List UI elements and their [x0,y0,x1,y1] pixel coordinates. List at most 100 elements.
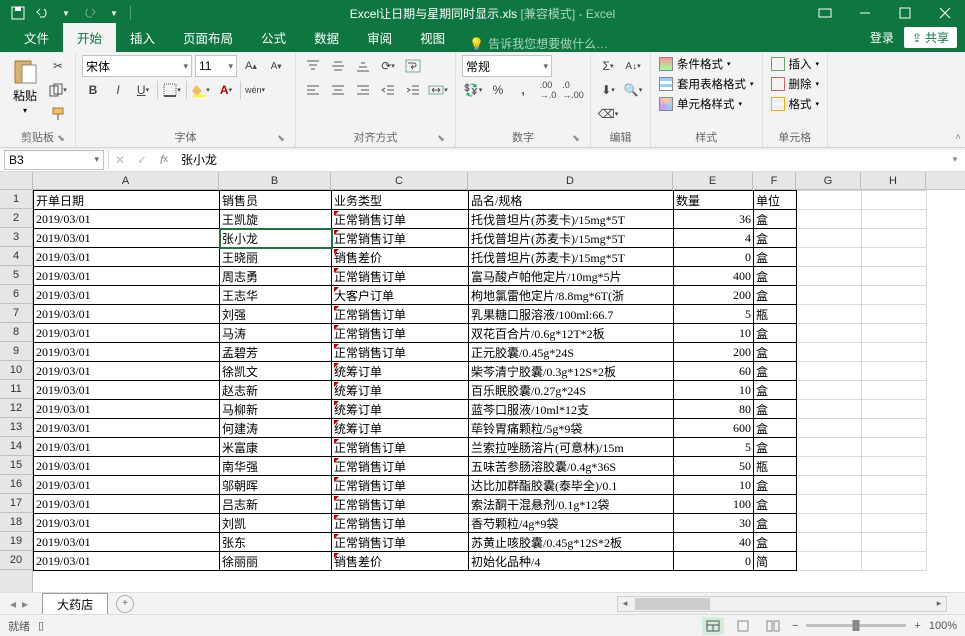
fill-color-button[interactable]: ▾ [190,79,212,101]
autosum-button[interactable]: Σ▾ [597,55,619,77]
row-header[interactable]: 14 [0,437,32,456]
percent-button[interactable]: % [487,79,509,101]
cell[interactable]: 张东 [220,533,332,552]
cell[interactable] [862,343,927,362]
cell[interactable] [862,400,927,419]
cell[interactable]: 盒 [754,533,797,552]
expand-formula-bar-icon[interactable]: ▾ [945,154,965,165]
cell[interactable]: 苏黄止咳胶囊/0.45g*12S*2板 [469,533,674,552]
cell[interactable] [797,248,862,267]
cell[interactable] [862,552,927,571]
cell[interactable] [797,514,862,533]
tab-view[interactable]: 视图 [406,23,459,52]
font-color-button[interactable]: A▾ [215,79,237,101]
cell[interactable]: 吕志新 [220,495,332,514]
cell[interactable]: 简 [754,552,797,571]
cell[interactable]: 王志华 [220,286,332,305]
tab-file[interactable]: 文件 [10,23,63,52]
share-button[interactable]: ⇪共享 [904,27,957,48]
cell[interactable]: 五味苦参肠溶胶囊/0.4g*36S [469,457,674,476]
cell[interactable]: 孟碧芳 [220,343,332,362]
cell[interactable]: 统筹订单 [332,381,469,400]
cell[interactable] [862,229,927,248]
cell[interactable]: 双花百合片/0.6g*12T*2板 [469,324,674,343]
cell[interactable]: 正常销售订单 [332,438,469,457]
cell[interactable] [797,229,862,248]
tell-me-search[interactable]: 💡 告诉我您想要做什么… [459,35,618,52]
cell[interactable] [797,381,862,400]
cell[interactable] [797,533,862,552]
enter-icon[interactable]: ✓ [131,150,153,170]
cell[interactable]: 盒 [754,248,797,267]
cell[interactable] [862,305,927,324]
cell[interactable]: 200 [674,286,754,305]
table-format-button[interactable]: 套用表格格式▾ [657,75,756,93]
clipboard-launcher[interactable]: ⬊ [55,133,67,145]
cell[interactable]: 周志勇 [220,267,332,286]
bold-button[interactable]: B [82,79,104,101]
cell[interactable] [797,362,862,381]
cell[interactable]: 2019/03/01 [34,267,220,286]
cell[interactable] [862,457,927,476]
row-header[interactable]: 4 [0,247,32,266]
cell[interactable]: 赵志新 [220,381,332,400]
cell[interactable]: 销售员 [220,191,332,210]
cut-button[interactable]: ✂ [47,55,69,77]
cell[interactable]: 柴芩清宁胶囊/0.3g*12S*2板 [469,362,674,381]
cell[interactable]: 正常销售订单 [332,476,469,495]
increase-decimal-button[interactable]: .00→.0 [537,79,559,101]
format-painter-button[interactable] [47,103,69,125]
cell[interactable] [862,324,927,343]
cell[interactable]: 统筹订单 [332,362,469,381]
cell[interactable] [797,210,862,229]
cell[interactable]: 5 [674,305,754,324]
cell[interactable]: 初始化品种/4 [469,552,674,571]
cell[interactable]: 正常销售订单 [332,533,469,552]
cell[interactable]: 销售差价 [332,552,469,571]
increase-font-button[interactable]: A▴ [240,55,262,77]
cell[interactable]: 香芍颗粒/4g*9袋 [469,514,674,533]
column-header[interactable]: F [753,172,796,189]
minimize-button[interactable] [845,0,885,26]
row-header[interactable]: 6 [0,285,32,304]
sheet-nav-next-icon[interactable]: ▸ [22,597,28,611]
cell[interactable] [797,419,862,438]
cell[interactable]: 王凯旋 [220,210,332,229]
align-bottom-button[interactable] [352,55,374,77]
conditional-format-button[interactable]: 条件格式▾ [657,55,756,73]
row-header[interactable]: 5 [0,266,32,285]
cell[interactable]: 百乐眠胶囊/0.27g*24S [469,381,674,400]
row-header[interactable]: 16 [0,475,32,494]
column-header[interactable]: G [796,172,861,189]
cell[interactable] [797,495,862,514]
cell[interactable]: 100 [674,495,754,514]
cell[interactable]: 盒 [754,400,797,419]
cell[interactable] [862,210,927,229]
tab-data[interactable]: 数据 [300,23,353,52]
qat-customize-icon[interactable]: ▼ [104,3,124,23]
align-right-button[interactable] [352,79,374,101]
cell[interactable]: 何建涛 [220,419,332,438]
font-launcher[interactable]: ⬊ [275,133,287,145]
cell[interactable]: 正常销售订单 [332,457,469,476]
undo-icon[interactable] [32,3,52,23]
cell[interactable]: 马涛 [220,324,332,343]
copy-button[interactable]: ▾ [47,79,69,101]
cell[interactable]: 10 [674,381,754,400]
orientation-button[interactable]: ⟳▾ [377,55,399,77]
cell[interactable]: 2019/03/01 [34,286,220,305]
align-launcher[interactable]: ⬊ [435,133,447,145]
login-link[interactable]: 登录 [870,29,894,46]
cell[interactable]: 50 [674,457,754,476]
cell[interactable] [797,267,862,286]
cell[interactable] [797,343,862,362]
font-name-combo[interactable]: 宋体▾ [82,55,192,77]
cell[interactable]: 正常销售订单 [332,210,469,229]
cell[interactable]: 正元胶囊/0.45g*24S [469,343,674,362]
cell[interactable]: 盒 [754,476,797,495]
cell[interactable]: 2019/03/01 [34,552,220,571]
cell[interactable] [797,191,862,210]
cell[interactable]: 数量 [674,191,754,210]
number-launcher[interactable]: ⬊ [570,133,582,145]
find-button[interactable]: 🔍▾ [622,79,644,101]
